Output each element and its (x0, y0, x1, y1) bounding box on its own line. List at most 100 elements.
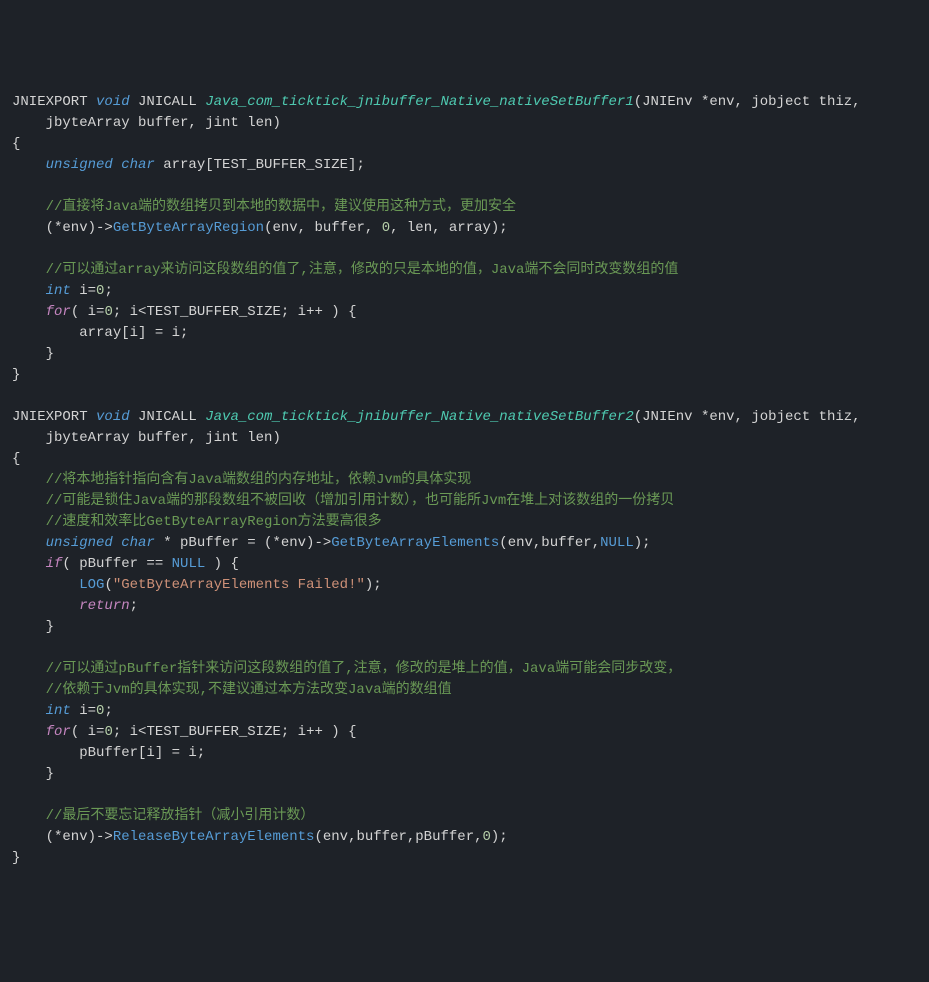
token-comment: //将本地指针指向含有Java端数组的内存地址，依赖Jvm的具体实现 (46, 472, 472, 488)
code-line[interactable]: } (12, 764, 917, 785)
code-line[interactable] (12, 386, 917, 407)
code-line[interactable]: LOG("GetByteArrayElements Failed!"); (12, 575, 917, 596)
token-comment: //可能是锁住Java端的那段数组不被回收（增加引用计数），也可能所Jvm在堆上… (46, 493, 675, 509)
code-line[interactable] (12, 638, 917, 659)
code-editor[interactable]: JNIEXPORT void JNICALL Java_com_ticktick… (12, 92, 917, 869)
code-line[interactable]: for( i=0; i<TEST_BUFFER_SIZE; i++ ) { (12, 302, 917, 323)
token-ident: (*env)-> (12, 829, 113, 845)
code-line[interactable]: } (12, 617, 917, 638)
token-call: ReleaseByteArrayElements (113, 829, 315, 845)
code-line[interactable] (12, 176, 917, 197)
token-call: GetByteArrayElements (331, 535, 499, 551)
token-macro: JNIEXPORT (12, 94, 96, 110)
token-ident (12, 514, 46, 530)
token-type: int (46, 283, 71, 299)
token-ident (12, 157, 46, 173)
code-line[interactable] (12, 239, 917, 260)
code-line[interactable]: //最后不要忘记释放指针（减小引用计数） (12, 806, 917, 827)
token-type: unsigned char (46, 535, 155, 551)
token-num: 0 (104, 724, 112, 740)
token-str: "GetByteArrayElements Failed!" (113, 577, 365, 593)
code-line[interactable]: jbyteArray buffer, jint len) (12, 428, 917, 449)
token-comment: //最后不要忘记释放指针（减小引用计数） (46, 808, 315, 824)
token-ident: } (12, 346, 54, 362)
token-ident: ( pBuffer == (62, 556, 171, 572)
token-call: LOG (79, 577, 104, 593)
code-line[interactable]: //速度和效率比GetByteArrayRegion方法要高很多 (12, 512, 917, 533)
token-ident (12, 577, 79, 593)
token-funcdef: Java_com_ticktick_jnibuffer_Native_nativ… (205, 409, 633, 425)
token-ident (12, 703, 46, 719)
token-keyword: return (79, 598, 129, 614)
token-keyword: for (46, 304, 71, 320)
code-line[interactable]: int i=0; (12, 281, 917, 302)
code-line[interactable]: unsigned char * pBuffer = (*env)->GetByt… (12, 533, 917, 554)
token-macro: JNICALL (130, 94, 206, 110)
code-line[interactable]: (*env)->GetByteArrayRegion(env, buffer, … (12, 218, 917, 239)
token-ident: pBuffer[i] = i; (12, 745, 205, 761)
code-line[interactable]: if( pBuffer == NULL ) { (12, 554, 917, 575)
token-ident: } (12, 619, 54, 635)
token-paren: (JNIEnv *env, jobject thiz, (634, 409, 861, 425)
code-line[interactable]: } (12, 344, 917, 365)
token-ident (12, 661, 46, 677)
token-ident: ); (365, 577, 382, 593)
code-line[interactable]: //可以通过pBuffer指针来访问这段数组的值了,注意，修改的是堆上的值，Ja… (12, 659, 917, 680)
code-line[interactable]: //可能是锁住Java端的那段数组不被回收（增加引用计数），也可能所Jvm在堆上… (12, 491, 917, 512)
token-type: int (46, 703, 71, 719)
code-line[interactable]: JNIEXPORT void JNICALL Java_com_ticktick… (12, 407, 917, 428)
code-line[interactable]: } (12, 848, 917, 869)
token-comment: //速度和效率比GetByteArrayRegion方法要高很多 (46, 514, 382, 530)
code-line[interactable]: //可以通过array来访问这段数组的值了,注意，修改的只是本地的值，Java端… (12, 260, 917, 281)
token-ident (12, 808, 46, 824)
token-type: void (96, 94, 130, 110)
token-paren: } (12, 367, 20, 383)
token-paren: } (12, 850, 20, 866)
token-comment: //直接将Java端的数组拷贝到本地的数据中，建议使用这种方式，更加安全 (46, 199, 516, 215)
code-line[interactable]: return; (12, 596, 917, 617)
token-comment: //可以通过pBuffer指针来访问这段数组的值了,注意，修改的是堆上的值，Ja… (46, 661, 682, 677)
code-line[interactable]: pBuffer[i] = i; (12, 743, 917, 764)
token-ident: ); (634, 535, 651, 551)
code-line[interactable]: //直接将Java端的数组拷贝到本地的数据中，建议使用这种方式，更加安全 (12, 197, 917, 218)
token-call: GetByteArrayRegion (113, 220, 264, 236)
token-ident (12, 472, 46, 488)
code-line[interactable]: for( i=0; i<TEST_BUFFER_SIZE; i++ ) { (12, 722, 917, 743)
code-line[interactable]: //将本地指针指向含有Java端数组的内存地址，依赖Jvm的具体实现 (12, 470, 917, 491)
token-paren: { (12, 451, 20, 467)
code-line[interactable]: //依赖于Jvm的具体实现,不建议通过本方法改变Java端的数组值 (12, 680, 917, 701)
token-comment: //可以通过array来访问这段数组的值了,注意，修改的只是本地的值，Java端… (46, 262, 679, 278)
token-ident (12, 598, 79, 614)
code-line[interactable]: (*env)->ReleaseByteArrayElements(env,buf… (12, 827, 917, 848)
token-ident (12, 493, 46, 509)
code-line[interactable]: jbyteArray buffer, jint len) (12, 113, 917, 134)
code-line[interactable]: array[i] = i; (12, 323, 917, 344)
token-ident (12, 199, 46, 215)
token-ident (12, 556, 46, 572)
code-line[interactable]: } (12, 365, 917, 386)
token-ident: (env,buffer,pBuffer, (314, 829, 482, 845)
token-paren: { (12, 136, 20, 152)
token-ident: ) { (205, 556, 239, 572)
token-type: void (96, 409, 130, 425)
token-keyword: for (46, 724, 71, 740)
code-line[interactable] (12, 785, 917, 806)
token-ident (12, 304, 46, 320)
code-line[interactable]: unsigned char array[TEST_BUFFER_SIZE]; (12, 155, 917, 176)
token-ident: i= (71, 703, 96, 719)
token-ident: array[TEST_BUFFER_SIZE]; (155, 157, 365, 173)
token-num: 0 (104, 304, 112, 320)
token-ident: ; (104, 703, 112, 719)
token-funcdef: Java_com_ticktick_jnibuffer_Native_nativ… (205, 94, 633, 110)
token-null: NULL (600, 535, 634, 551)
token-num: 0 (382, 220, 390, 236)
token-ident (12, 535, 46, 551)
token-ident (12, 724, 46, 740)
token-ident: ; i<TEST_BUFFER_SIZE; i++ ) { (113, 724, 357, 740)
token-ident: ; (104, 283, 112, 299)
code-line[interactable]: JNIEXPORT void JNICALL Java_com_ticktick… (12, 92, 917, 113)
token-ident: i= (71, 283, 96, 299)
code-line[interactable]: { (12, 449, 917, 470)
token-null: NULL (172, 556, 206, 572)
code-line[interactable]: { (12, 134, 917, 155)
